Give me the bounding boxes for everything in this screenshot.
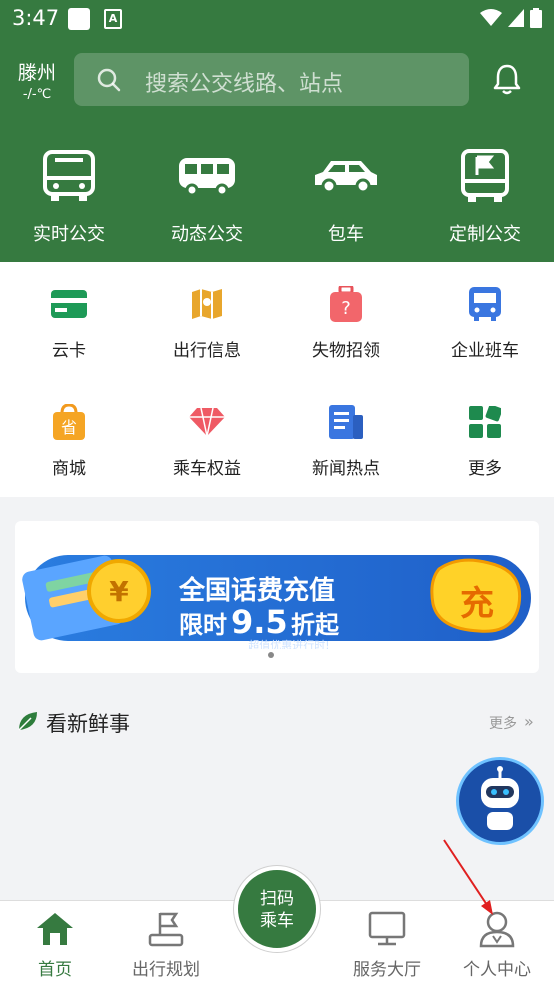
double-chevron-right-icon[interactable]: »	[524, 712, 534, 731]
service-grid: 云卡 出行信息 ? 失物招领 企业班车 省 商城 乘车权益 新闻热点 更多	[0, 262, 554, 497]
feature-charter[interactable]: 包车	[277, 146, 415, 246]
feature-realtime-bus[interactable]: 实时公交	[0, 146, 138, 246]
news-icon	[329, 405, 363, 439]
assistant-robot-button[interactable]	[456, 757, 544, 845]
header: 3:47 A 滕州 -/-℃ 搜索公交线路、站点 实时公交 动态公交 包车 定制…	[0, 0, 554, 262]
status-indicators	[480, 8, 542, 28]
nav-label: 出行规划	[132, 960, 200, 980]
svg-text:省: 省	[61, 418, 77, 437]
nav-label: 个人中心	[463, 960, 531, 980]
more-grid-icon	[469, 406, 501, 438]
route-flag-icon	[148, 912, 184, 947]
grid-label: 商城	[52, 459, 86, 479]
app-notification-icon: A	[104, 9, 122, 29]
grid-label: 云卡	[52, 341, 86, 361]
user-icon	[479, 911, 515, 948]
promo-banner[interactable]: ¥ 全国话费充值 限时 9.5 折起 超值优惠进行时! 充	[19, 549, 535, 649]
city-temperature: -/-℃	[22, 87, 52, 102]
grid-item-travel-info[interactable]: 出行信息	[138, 284, 276, 361]
diamond-icon	[189, 408, 225, 436]
feature-label: 实时公交	[33, 224, 105, 245]
grid-label: 乘车权益	[173, 459, 241, 479]
monitor-icon	[368, 911, 406, 946]
feature-label: 定制公交	[449, 224, 521, 245]
grid-item-cloud-card[interactable]: 云卡	[0, 284, 138, 361]
banner-line2c: 折起	[291, 611, 340, 639]
grid-label: 企业班车	[451, 341, 519, 361]
nav-personal-center[interactable]: 个人中心	[447, 909, 547, 980]
grid-item-mall[interactable]: 省 商城	[0, 402, 138, 479]
news-section-title: 看新鲜事	[46, 712, 130, 736]
nav-label: 首页	[38, 960, 72, 980]
carousel-dot	[268, 652, 274, 658]
signal-icon	[508, 9, 524, 27]
grid-item-news[interactable]: 新闻热点	[277, 402, 415, 479]
grid-label: 更多	[468, 459, 502, 479]
search-icon	[97, 68, 121, 92]
grid-item-lost-found[interactable]: ? 失物招领	[277, 284, 415, 361]
wifi-icon	[480, 9, 502, 26]
scan-line1: 扫码	[260, 889, 294, 909]
banner-badge: 充	[460, 584, 494, 624]
notification-icon	[68, 8, 90, 30]
promo-banner-card: ¥ 全国话费充值 限时 9.5 折起 超值优惠进行时! 充	[15, 521, 539, 673]
car-icon	[315, 161, 377, 194]
luggage-icon: ?	[330, 286, 362, 322]
map-icon	[192, 289, 222, 319]
grid-item-company-shuttle[interactable]: 企业班车	[416, 284, 554, 361]
home-icon	[37, 913, 73, 945]
bus-icon	[43, 150, 95, 201]
scan-to-ride-button[interactable]: 扫码 乘车	[234, 866, 320, 952]
feature-custom-bus[interactable]: 定制公交	[416, 146, 554, 246]
grid-item-ride-benefits[interactable]: 乘车权益	[138, 402, 276, 479]
grid-item-more[interactable]: 更多	[416, 402, 554, 479]
banner-line2a: 限时	[179, 611, 227, 639]
status-bar: 3:47 A	[0, 0, 554, 36]
status-time: 3:47	[12, 6, 60, 30]
banner-sub: 超值优惠进行时!	[248, 638, 329, 649]
robot-icon	[481, 766, 519, 830]
city-selector[interactable]: 滕州 -/-℃	[14, 58, 60, 102]
nav-label: 服务大厅	[353, 960, 421, 980]
nav-trip-planning[interactable]: 出行规划	[116, 909, 216, 980]
search-input[interactable]: 搜索公交线路、站点	[74, 53, 469, 106]
custom-bus-icon	[461, 149, 509, 202]
search-placeholder: 搜索公交线路、站点	[145, 72, 344, 97]
svg-text:?: ?	[341, 298, 351, 319]
card-icon	[51, 290, 87, 318]
feature-label: 包车	[328, 224, 364, 245]
grid-label: 新闻热点	[312, 459, 380, 479]
grid-label: 失物招领	[312, 341, 380, 361]
nav-home[interactable]: 首页	[5, 909, 105, 980]
banner-coin: ¥	[109, 575, 129, 608]
feature-dynamic-bus[interactable]: 动态公交	[138, 146, 276, 246]
shop-bag-icon: 省	[53, 404, 85, 440]
leaf-icon	[18, 712, 37, 731]
banner-line1: 全国话费充值	[178, 575, 335, 606]
feature-label: 动态公交	[171, 224, 243, 245]
minibus-icon	[179, 158, 235, 197]
grid-label: 出行信息	[173, 341, 241, 361]
bell-icon[interactable]	[490, 62, 524, 96]
scan-line2: 乘车	[260, 911, 294, 931]
battery-icon	[530, 8, 542, 28]
banner-line2b: 9.5	[231, 603, 288, 641]
nav-service-hall[interactable]: 服务大厅	[337, 909, 437, 980]
city-name: 滕州	[17, 62, 56, 84]
shuttle-icon	[469, 287, 501, 321]
news-more-link[interactable]: 更多	[489, 713, 517, 733]
